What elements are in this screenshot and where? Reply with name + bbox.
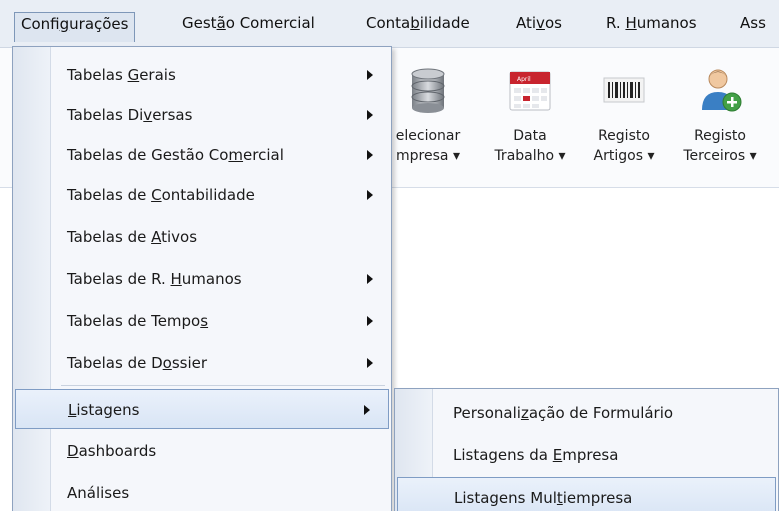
- menu-item-label: Tabelas de Tempos: [67, 312, 209, 330]
- menu-item-label: Personalização de Formulário: [453, 404, 674, 422]
- menu-accel: g: [59, 15, 70, 33]
- calendar-month-text: April: [517, 76, 531, 83]
- menu-item-label: Listagens Multiempresa: [454, 489, 633, 507]
- toolbar-label: mpresa ▾: [396, 148, 460, 164]
- menu-item-label: Tabelas de Ativos: [67, 228, 198, 246]
- submenu-item-listagens-empresa[interactable]: Listagens da Empresa: [395, 435, 778, 475]
- registo-artigos-button[interactable]: Registo Artigos ▾: [578, 48, 670, 188]
- menu-label: os: [544, 14, 562, 32]
- barcode-icon: [603, 77, 645, 103]
- add-user-icon: [702, 69, 742, 112]
- menu-item-tabelas-dossier[interactable]: Tabelas de Dossier: [13, 343, 391, 383]
- submenu-item-listagens-multiempresa[interactable]: Listagens Multiempresa: [397, 477, 776, 511]
- menu-item-tabelas-contabilidade[interactable]: Tabelas de Contabilidade: [13, 175, 391, 215]
- menu-item-tabelas-gestao-comercial[interactable]: Tabelas de Gestão Comercial: [13, 135, 391, 175]
- menu-label: Gest: [182, 14, 217, 32]
- menu-item-tabelas-tempos[interactable]: Tabelas de Tempos: [13, 301, 391, 341]
- submenu-arrow-icon: [367, 274, 373, 284]
- menu-label: Conta: [366, 14, 411, 32]
- registo-terceiros-button[interactable]: Registo Terceiros ▾: [674, 48, 766, 188]
- toolbar-label: Registo: [694, 128, 746, 144]
- menu-label: R.: [606, 14, 626, 32]
- menu-item-label: Tabelas de R. Humanos: [67, 270, 242, 288]
- calendar-icon: April: [509, 71, 551, 111]
- menu-label: Ati: [516, 14, 537, 32]
- menu-item-tabelas-diversas[interactable]: Tabelas Diversas: [13, 95, 391, 135]
- menu-accel: H: [625, 14, 637, 32]
- menu-item-tabelas-recursos-humanos[interactable]: Tabelas de R. Humanos: [13, 259, 391, 299]
- menu-label: umanos: [636, 14, 697, 32]
- menu-item-label: Tabelas de Contabilidade: [67, 186, 255, 204]
- menu-item-label: Listagens: [68, 401, 140, 419]
- menu-item-listagens[interactable]: Listagens: [15, 389, 389, 429]
- menu-item-label: Tabelas Gerais: [67, 66, 176, 84]
- submenu-item-personalizacao-formulario[interactable]: Personalização de Formulário: [395, 393, 778, 433]
- menu-accel: v: [536, 14, 545, 32]
- listagens-submenu: Personalização de Formulário Listagens d…: [394, 388, 779, 511]
- menu-item-tabelas-ativos[interactable]: Tabelas de Ativos: [13, 217, 391, 257]
- menu-item-label: Listagens da Empresa: [453, 446, 619, 464]
- toolbar-label: Terceiros ▾: [683, 148, 757, 164]
- submenu-arrow-icon: [367, 150, 373, 160]
- toolbar-label: elecionar: [395, 128, 461, 144]
- menu-label: Confi: [21, 15, 60, 33]
- menu-recursos-humanos[interactable]: R. Humanos: [600, 12, 703, 36]
- menu-item-label: Tabelas de Dossier: [67, 354, 208, 372]
- menu-label: urações: [69, 15, 129, 33]
- toolbar-label: Trabalho ▾: [494, 148, 566, 164]
- menu-item-label: Tabelas de Gestão Comercial: [67, 146, 284, 164]
- menu-item-analises[interactable]: Análises: [13, 473, 391, 511]
- menu-accel: ã: [216, 14, 226, 32]
- submenu-arrow-icon: [367, 358, 373, 368]
- menu-configuracoes[interactable]: Configurações: [14, 12, 136, 42]
- data-trabalho-button[interactable]: April Data Trabalho ▾: [484, 48, 576, 188]
- menu-item-dashboards[interactable]: Dashboards: [13, 431, 391, 471]
- menu-contabilidade[interactable]: Contabilidade: [360, 12, 476, 36]
- toolbar-label: Artigos ▾: [593, 148, 655, 164]
- menu-bar: Configurações Gestão Comercial Contabili…: [0, 0, 779, 48]
- selecionar-empresa-button[interactable]: elecionar mpresa ▾: [382, 48, 474, 188]
- menu-label: o Comercial: [225, 14, 315, 32]
- menu-separator: [61, 385, 385, 386]
- submenu-arrow-icon: [367, 190, 373, 200]
- menu-label: ilidade: [419, 14, 470, 32]
- menu-ativos[interactable]: Ativos: [510, 12, 568, 36]
- menu-item-tabelas-gerais[interactable]: Tabelas Gerais: [13, 55, 391, 95]
- menu-item-label: Análises: [67, 484, 130, 502]
- menu-item-label: Dashboards: [67, 442, 157, 460]
- menu-gestao-comercial[interactable]: Gestão Comercial: [176, 12, 321, 36]
- menu-item-label: Tabelas Diversas: [67, 106, 193, 124]
- submenu-arrow-icon: [367, 316, 373, 326]
- submenu-arrow-icon: [367, 110, 373, 120]
- submenu-arrow-icon: [364, 405, 370, 415]
- submenu-arrow-icon: [367, 70, 373, 80]
- menu-label: Ass: [740, 14, 766, 32]
- toolbar-label: Data: [513, 128, 547, 144]
- menu-accel: b: [410, 14, 420, 32]
- configuracoes-dropdown: Tabelas Gerais Tabelas Diversas Tabelas …: [12, 46, 392, 511]
- toolbar-label: Registo: [598, 128, 650, 144]
- menu-ass[interactable]: Ass: [734, 12, 772, 36]
- database-icon: [411, 68, 445, 113]
